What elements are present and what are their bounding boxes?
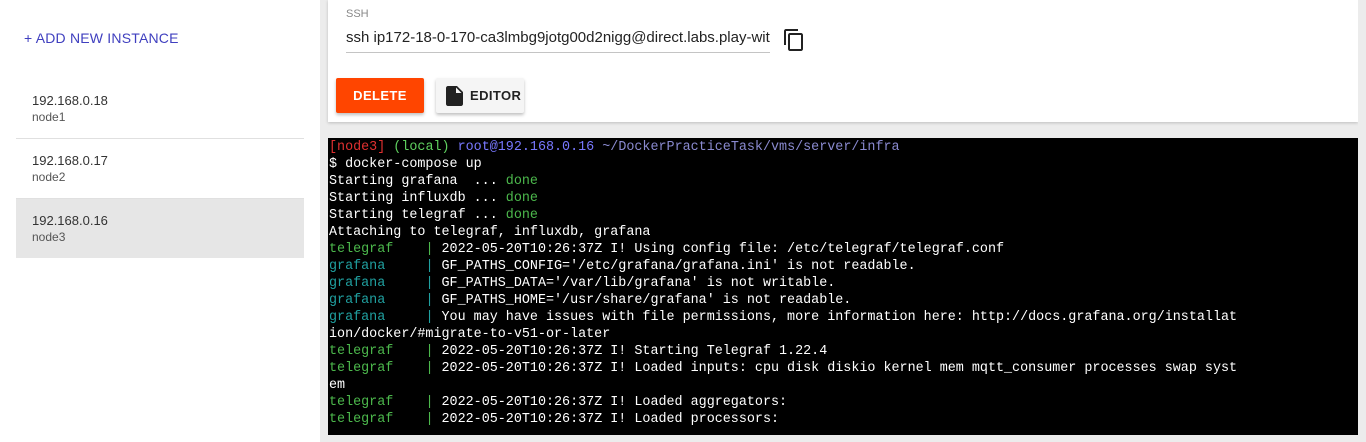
log-line: ion/docker/#migrate-to-v51-or-later xyxy=(329,326,1358,343)
starting-status: done xyxy=(505,174,538,189)
instance-ip: 192.168.0.16 xyxy=(32,213,108,228)
log-service: telegraf xyxy=(329,361,426,376)
log-line: grafana | GF_PATHS_CONFIG='/etc/grafana/… xyxy=(329,258,1358,275)
log-line: grafana | GF_PATHS_HOME='/usr/share/graf… xyxy=(329,292,1358,309)
file-icon xyxy=(446,86,464,106)
add-new-instance-button[interactable]: + ADD NEW INSTANCE xyxy=(24,30,179,46)
log-service: grafana xyxy=(329,310,426,325)
instance-item-node1[interactable]: 192.168.0.18 node1 xyxy=(16,79,304,139)
starting-text: Starting grafana ... xyxy=(329,174,506,189)
log-lines: telegraf | 2022-05-20T10:26:37Z I! Using… xyxy=(329,241,1358,428)
ssh-label: SSH xyxy=(346,8,369,20)
editor-button[interactable]: EDITOR xyxy=(436,78,524,113)
prompt-user: root@192.168.0.16 xyxy=(457,140,595,155)
log-separator: | xyxy=(425,395,442,410)
log-separator: | xyxy=(425,259,442,274)
log-separator: | xyxy=(425,412,442,427)
log-message: 2022-05-20T10:26:37Z I! Loaded inputs: c… xyxy=(441,361,1238,376)
log-message: You may have issues with file permission… xyxy=(441,310,1238,325)
prompt-path: ~/DockerPracticeTask/vms/server/infra xyxy=(602,140,900,155)
log-message: GF_PATHS_HOME='/usr/share/grafana' is no… xyxy=(441,293,852,308)
log-service: telegraf xyxy=(329,344,426,359)
log-line: grafana | You may have issues with file … xyxy=(329,309,1358,326)
prompt-host: [node3] xyxy=(329,140,386,155)
page-scrollbar[interactable] xyxy=(1358,0,1366,442)
log-message: GF_PATHS_CONFIG='/etc/grafana/grafana.in… xyxy=(441,259,916,274)
instance-name: node1 xyxy=(32,110,66,124)
log-line: telegraf | 2022-05-20T10:26:37Z I! Loade… xyxy=(329,360,1358,377)
command-line: $ docker-compose up xyxy=(329,157,482,172)
instance-name: node2 xyxy=(32,170,66,184)
log-service: grafana xyxy=(329,276,426,291)
log-message: 2022-05-20T10:26:37Z I! Starting Telegra… xyxy=(441,344,828,359)
instance-item-node2[interactable]: 192.168.0.17 node2 xyxy=(16,138,304,198)
log-message: ion/docker/#migrate-to-v51-or-later xyxy=(329,327,611,342)
log-separator: | xyxy=(425,242,442,257)
prompt-line: [node3] (local) root@192.168.0.16 ~/Dock… xyxy=(329,139,1358,156)
log-service: telegraf xyxy=(329,242,426,257)
starting-text: Starting influxdb ... xyxy=(329,191,506,206)
log-separator: | xyxy=(425,310,442,325)
terminal-line: Starting influxdb ... done xyxy=(329,190,1358,207)
starting-status: done xyxy=(505,208,538,223)
log-line: telegraf | 2022-05-20T10:26:37Z I! Loade… xyxy=(329,394,1358,411)
terminal-line: Attaching to telegraf, influxdb, grafana xyxy=(329,225,651,240)
log-service: grafana xyxy=(329,259,426,274)
editor-button-label: EDITOR xyxy=(470,88,522,103)
starting-status: done xyxy=(505,191,538,206)
log-message: 2022-05-20T10:26:37Z I! Loaded aggregato… xyxy=(441,395,788,410)
delete-button[interactable]: DELETE xyxy=(336,78,424,113)
terminal-line: Starting telegraf ... done xyxy=(329,207,1358,224)
instance-name: node3 xyxy=(32,230,66,244)
log-message: em xyxy=(329,378,346,393)
log-message: 2022-05-20T10:26:37Z I! Loaded processor… xyxy=(441,412,780,427)
starting-text: Starting telegraf ... xyxy=(329,208,506,223)
log-separator: | xyxy=(425,344,442,359)
log-line: telegraf | 2022-05-20T10:26:37Z I! Using… xyxy=(329,241,1358,258)
log-service: telegraf xyxy=(329,412,426,427)
log-separator: | xyxy=(425,276,442,291)
log-message: 2022-05-20T10:26:37Z I! Using config fil… xyxy=(441,242,1005,257)
log-service: grafana xyxy=(329,293,426,308)
log-message: GF_PATHS_DATA='/var/lib/grafana' is not … xyxy=(441,276,836,291)
instance-ip: 192.168.0.17 xyxy=(32,153,108,168)
sidebar: + ADD NEW INSTANCE 192.168.0.18 node1 19… xyxy=(0,0,320,442)
prompt-local: (local) xyxy=(393,140,450,155)
terminal[interactable]: [node3] (local) root@192.168.0.16 ~/Dock… xyxy=(328,138,1358,435)
log-service: telegraf xyxy=(329,395,426,410)
log-line: telegraf | 2022-05-20T10:26:37Z I! Loade… xyxy=(329,411,1358,428)
instance-info-card: SSH ssh ip172-18-0-170-ca3lmbg9jotg00d2n… xyxy=(328,0,1358,122)
instance-ip: 192.168.0.18 xyxy=(32,93,108,108)
log-separator: | xyxy=(425,293,442,308)
log-line: grafana | GF_PATHS_DATA='/var/lib/grafan… xyxy=(329,275,1358,292)
ssh-command-field[interactable]: ssh ip172-18-0-170-ca3lmbg9jotg00d2nigg@… xyxy=(346,28,770,53)
instance-item-node3[interactable]: 192.168.0.16 node3 xyxy=(16,198,304,258)
terminal-line: Starting grafana ... done xyxy=(329,173,1358,190)
log-line: telegraf | 2022-05-20T10:26:37Z I! Start… xyxy=(329,343,1358,360)
copy-icon[interactable] xyxy=(782,28,806,52)
log-separator: | xyxy=(425,361,442,376)
log-line: em xyxy=(329,377,1358,394)
